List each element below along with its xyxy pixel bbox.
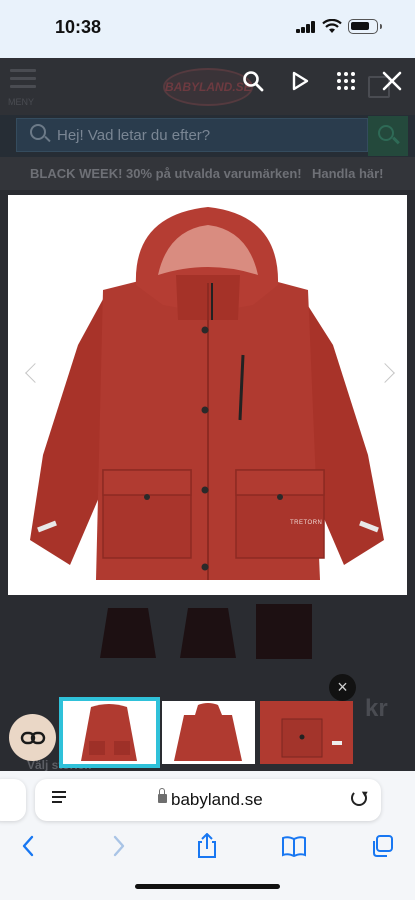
back-icon[interactable] xyxy=(15,833,41,859)
lock-icon xyxy=(158,788,167,803)
forward-icon[interactable] xyxy=(106,833,132,859)
price-fragment: kr xyxy=(365,695,388,722)
jacket-illustration xyxy=(30,207,384,580)
tabs-icon[interactable] xyxy=(369,833,395,859)
signal-icon xyxy=(296,21,316,33)
status-time: 10:38 xyxy=(55,17,102,37)
promo-bar: BLACK WEEK! 30% på utvalda varumärken! H… xyxy=(0,157,415,190)
menu-icon[interactable] xyxy=(10,69,36,91)
menu-label: MENY xyxy=(8,97,35,107)
overlay-search-icon[interactable] xyxy=(240,68,266,94)
chat-button[interactable] xyxy=(9,714,56,761)
previous-tab-pill[interactable] xyxy=(0,779,26,821)
battery-icon xyxy=(348,19,382,34)
close-icon[interactable] xyxy=(379,68,405,94)
close-thumbnails-button[interactable]: × xyxy=(329,674,356,701)
reload-icon[interactable] xyxy=(351,790,367,806)
link-icon xyxy=(20,731,45,744)
logo-text: BABYLAND.SE xyxy=(165,80,252,94)
search-row: Hej! Vad letar du efter? xyxy=(0,115,415,157)
wifi-icon xyxy=(322,19,342,33)
grid-icon[interactable] xyxy=(333,68,359,94)
search-input[interactable]: Hej! Vad letar du efter? xyxy=(16,118,368,152)
dim-thumbnail xyxy=(256,604,312,659)
product-image-main[interactable]: TRETORN xyxy=(8,195,407,595)
search-icon xyxy=(30,124,46,140)
home-indicator xyxy=(135,884,280,889)
bookmarks-icon[interactable] xyxy=(281,833,307,859)
promo-link[interactable]: Handla här! xyxy=(312,166,384,181)
brand-label: TRETORN xyxy=(290,520,323,526)
share-icon[interactable] xyxy=(194,833,220,859)
search-button[interactable] xyxy=(368,116,408,156)
dim-thumbnail xyxy=(180,608,236,658)
dim-thumbnail xyxy=(100,608,156,658)
status-bar: 10:38 xyxy=(0,0,415,58)
gallery-thumbnail-3[interactable] xyxy=(260,701,353,764)
gallery-thumbnail-2[interactable] xyxy=(162,701,255,764)
gallery-thumbnail-1[interactable] xyxy=(59,697,160,768)
play-icon[interactable] xyxy=(287,68,313,94)
page-menu-icon[interactable] xyxy=(52,791,66,807)
url-text[interactable]: babyland.se xyxy=(171,790,263,810)
promo-text: BLACK WEEK! 30% på utvalda varumärken! xyxy=(30,166,302,181)
